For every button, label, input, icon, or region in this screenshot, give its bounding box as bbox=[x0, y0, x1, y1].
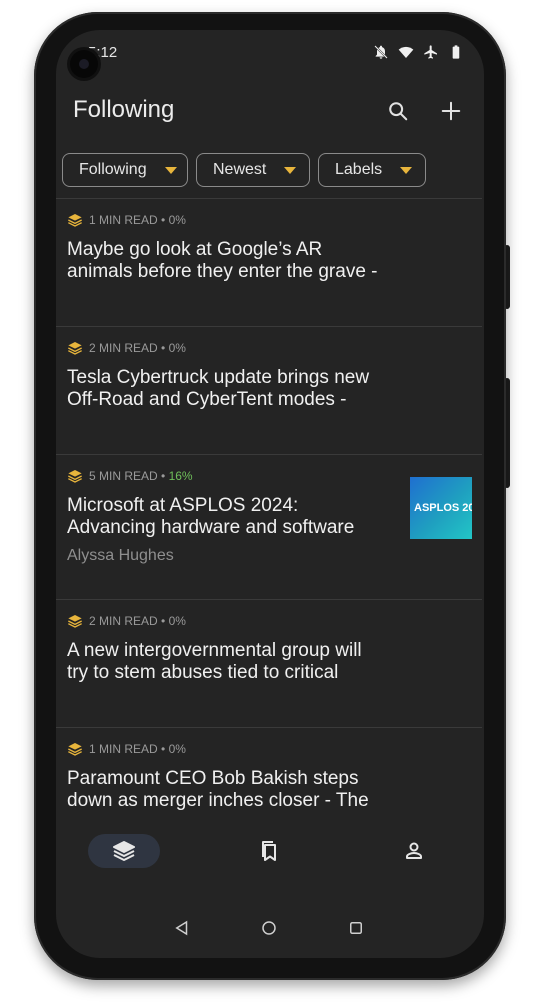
back-button[interactable] bbox=[170, 916, 194, 940]
filter-newest[interactable]: Newest bbox=[196, 153, 310, 187]
chevron-down-icon bbox=[400, 166, 413, 174]
read-time: 2 MIN READ bbox=[89, 341, 158, 355]
library-stack-icon bbox=[68, 470, 82, 483]
nav-highlights[interactable] bbox=[252, 834, 286, 868]
page-title: Following bbox=[73, 96, 175, 123]
home-button[interactable] bbox=[257, 916, 281, 940]
article-item[interactable]: 1 MIN READ • 0% Paramount CEO Bob Bakish… bbox=[56, 727, 482, 827]
app-header: Following bbox=[56, 92, 484, 132]
article-list: 1 MIN READ • 0% Maybe go look at Google’… bbox=[56, 198, 482, 827]
filter-labels[interactable]: Labels bbox=[318, 153, 426, 187]
article-meta: 2 MIN READ • 0% bbox=[67, 341, 470, 355]
back-icon bbox=[175, 920, 188, 936]
read-progress: 16% bbox=[168, 469, 193, 483]
article-item[interactable]: 2 MIN READ • 0% Tesla Cybertruck update … bbox=[56, 326, 482, 454]
article-title: A new intergovernmental group will try t… bbox=[67, 640, 362, 683]
article-title: Maybe go look at Google’s AR animals bef… bbox=[67, 239, 378, 282]
library-stack-icon bbox=[68, 615, 82, 628]
read-progress: 0% bbox=[168, 213, 186, 227]
read-progress: 0% bbox=[168, 742, 186, 756]
bottom-navigation bbox=[56, 826, 484, 882]
search-icon bbox=[389, 102, 408, 121]
recents-icon bbox=[350, 922, 362, 934]
filter-following[interactable]: Following bbox=[62, 153, 188, 187]
app-screen: 5:12 Following Following Newest Labels 1… bbox=[56, 30, 484, 958]
article-item[interactable]: 1 MIN READ • 0% Maybe go look at Google’… bbox=[56, 198, 482, 326]
filter-newest-label: Newest bbox=[213, 161, 267, 178]
library-stack-icon bbox=[68, 342, 82, 355]
article-thumbnail: ASPLOS 2024 bbox=[410, 477, 472, 539]
read-time: 1 MIN READ bbox=[89, 213, 158, 227]
library-stack-icon bbox=[68, 214, 82, 227]
airplane-icon bbox=[424, 45, 437, 59]
article-title: Paramount CEO Bob Bakish steps down as m… bbox=[67, 768, 369, 811]
status-bar: 5:12 bbox=[56, 30, 484, 78]
read-time: 2 MIN READ bbox=[89, 614, 158, 628]
article-meta: 1 MIN READ • 0% bbox=[67, 742, 470, 756]
read-progress: 0% bbox=[168, 614, 186, 628]
nav-library[interactable] bbox=[107, 834, 141, 868]
article-item[interactable]: 2 MIN READ • 0% A new intergovernmental … bbox=[56, 599, 482, 727]
read-time: 5 MIN READ bbox=[89, 469, 158, 483]
filter-chips: Following Newest Labels bbox=[62, 153, 426, 187]
battery-icon bbox=[452, 45, 460, 59]
status-icons bbox=[373, 44, 464, 60]
highlights-icon bbox=[262, 841, 276, 861]
nav-profile[interactable] bbox=[397, 834, 431, 868]
library-stack-icon bbox=[68, 743, 82, 756]
add-button[interactable] bbox=[436, 96, 466, 126]
article-title: Tesla Cybertruck update brings new Off-R… bbox=[67, 367, 370, 410]
filter-following-label: Following bbox=[79, 161, 147, 178]
article-title: Microsoft at ASPLOS 2024: Advancing hard… bbox=[67, 495, 355, 538]
article-meta: 1 MIN READ • 0% bbox=[67, 213, 470, 227]
chevron-down-icon bbox=[164, 166, 177, 174]
add-icon bbox=[441, 101, 461, 121]
thumbnail-text: ASPLOS 2024 bbox=[414, 502, 472, 514]
read-time: 1 MIN READ bbox=[89, 742, 158, 756]
filter-labels-label: Labels bbox=[335, 161, 383, 178]
article-item[interactable]: 5 MIN READ • 16% Microsoft at ASPLOS 202… bbox=[56, 454, 482, 599]
home-icon bbox=[262, 921, 276, 935]
search-button[interactable] bbox=[383, 96, 413, 126]
front-camera bbox=[70, 50, 98, 78]
read-progress: 0% bbox=[168, 341, 186, 355]
recents-button[interactable] bbox=[344, 916, 368, 940]
profile-icon bbox=[406, 842, 422, 859]
wifi-icon bbox=[398, 46, 414, 58]
article-author: Alyssa Hughes bbox=[67, 547, 174, 564]
article-meta: 2 MIN READ • 0% bbox=[67, 614, 470, 628]
system-navigation bbox=[56, 910, 484, 946]
silent-icon bbox=[374, 45, 388, 59]
library-stack-icon bbox=[113, 841, 135, 861]
chevron-down-icon bbox=[284, 166, 297, 174]
